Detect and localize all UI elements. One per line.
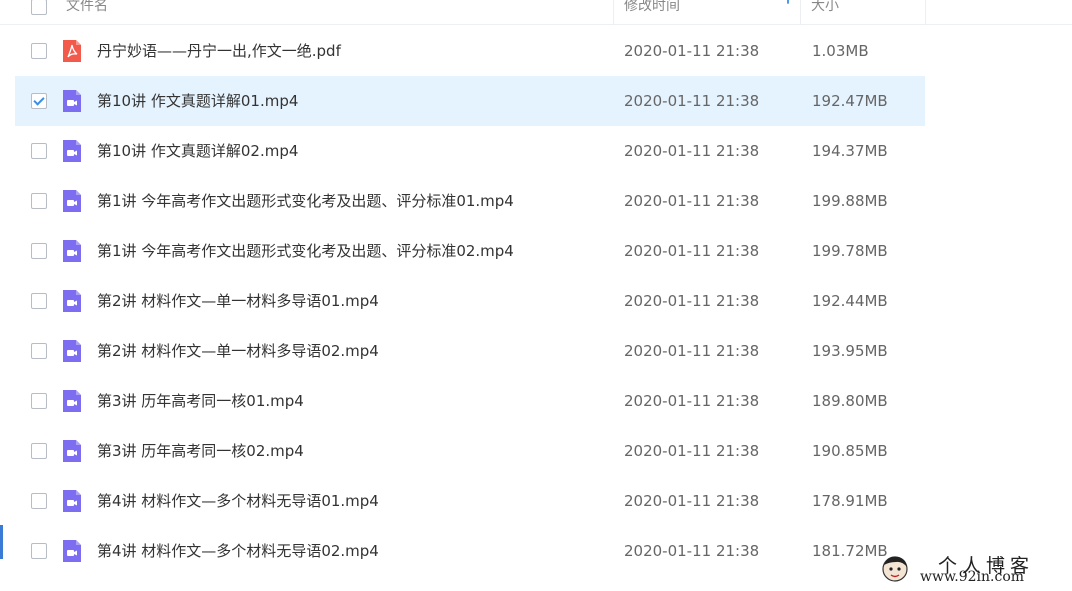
file-name-link[interactable]: 第3讲 历年高考同一核02.mp4 (97, 426, 304, 476)
file-name-link[interactable]: 第10讲 作文真题详解02.mp4 (97, 126, 298, 176)
file-modified-time: 2020-01-11 21:38 (624, 42, 760, 60)
file-row[interactable]: 丹宁妙语——丹宁一出,作文一绝.pdf 2020-01-11 21:38 1.03M… (15, 26, 925, 76)
file-modified-time: 2020-01-11 21:38 (624, 292, 760, 310)
file-modified-time: 2020-01-11 21:38 (624, 442, 760, 460)
row-checkbox[interactable] (31, 143, 47, 159)
file-size: 178.91MB (812, 492, 888, 510)
video-file-icon (61, 439, 83, 463)
file-size: 192.44MB (812, 292, 888, 310)
file-modified-time: 2020-01-11 21:38 (624, 92, 760, 110)
file-row[interactable]: 第2讲 材料作文—单一材料多导语02.mp4 2020-01-11 21:38 19… (15, 326, 925, 376)
file-size: 199.88MB (812, 192, 888, 210)
video-file-icon (61, 339, 83, 363)
video-file-icon (61, 139, 83, 163)
select-all-checkbox[interactable] (31, 0, 47, 15)
file-name-link[interactable]: 第1讲 今年高考作文出题形式变化考及出题、评分标准02.mp4 (97, 226, 514, 276)
file-size: 194.37MB (812, 142, 888, 160)
file-name-link[interactable]: 第10讲 作文真题详解01.mp4 (97, 76, 298, 126)
file-modified-time: 2020-01-11 21:38 (624, 342, 760, 360)
row-checkbox[interactable] (31, 493, 47, 509)
column-divider[interactable] (613, 0, 614, 25)
column-divider[interactable] (800, 0, 801, 25)
file-modified-time: 2020-01-11 21:38 (624, 192, 760, 210)
row-checkbox[interactable] (31, 443, 47, 459)
file-row[interactable]: 第10讲 作文真题详解02.mp4 2020-01-11 21:38 194.37M… (15, 126, 925, 176)
file-name-link[interactable]: 第4讲 材料作文—多个材料无导语02.mp4 (97, 526, 379, 576)
file-row[interactable]: 第3讲 历年高考同一核01.mp4 2020-01-11 21:38 189.80M… (15, 376, 925, 426)
row-checkbox[interactable] (31, 343, 47, 359)
file-row[interactable]: 第4讲 材料作文—多个材料无导语02.mp4 2020-01-11 21:38 18… (15, 526, 925, 576)
column-header-modified[interactable]: 修改时间 (624, 0, 680, 25)
row-checkbox[interactable] (31, 43, 47, 59)
row-checkbox[interactable] (31, 393, 47, 409)
file-size: 192.47MB (812, 92, 888, 110)
file-size: 193.95MB (812, 342, 888, 360)
scroll-indicator (0, 525, 3, 559)
file-size: 190.85MB (812, 442, 888, 460)
file-modified-time: 2020-01-11 21:38 (624, 492, 760, 510)
watermark-url: www.92in.com (920, 569, 1025, 585)
video-file-icon (61, 489, 83, 513)
file-name-link[interactable]: 第2讲 材料作文—单一材料多导语02.mp4 (97, 326, 379, 376)
file-row[interactable]: 第1讲 今年高考作文出题形式变化考及出题、评分标准01.mp4 2020-01-1… (15, 176, 925, 226)
column-header-size[interactable]: 大小 (811, 0, 839, 25)
file-row[interactable]: 第4讲 材料作文—多个材料无导语01.mp4 2020-01-11 21:38 17… (15, 476, 925, 526)
video-file-icon (61, 239, 83, 263)
sort-ascending-icon[interactable] (782, 0, 794, 5)
file-row[interactable]: 第1讲 今年高考作文出题形式变化考及出题、评分标准02.mp4 2020-01-1… (15, 226, 925, 276)
file-row[interactable]: 第3讲 历年高考同一核02.mp4 2020-01-11 21:38 190.85M… (15, 426, 925, 476)
row-checkbox[interactable] (31, 543, 47, 559)
file-modified-time: 2020-01-11 21:38 (624, 142, 760, 160)
file-modified-time: 2020-01-11 21:38 (624, 242, 760, 260)
file-size: 189.80MB (812, 392, 888, 410)
video-file-icon (61, 389, 83, 413)
file-modified-time: 2020-01-11 21:38 (624, 392, 760, 410)
column-header-name[interactable]: 文件名 (66, 0, 108, 25)
file-size: 1.03MB (812, 42, 869, 60)
file-name-link[interactable]: 第1讲 今年高考作文出题形式变化考及出题、评分标准01.mp4 (97, 176, 514, 226)
video-file-icon (61, 89, 83, 113)
file-name-link[interactable]: 第3讲 历年高考同一核01.mp4 (97, 376, 304, 426)
file-name-link[interactable]: 第4讲 材料作文—多个材料无导语01.mp4 (97, 476, 379, 526)
file-name-link[interactable]: 丹宁妙语——丹宁一出,作文一绝.pdf (97, 26, 341, 76)
row-checkbox[interactable] (31, 293, 47, 309)
file-name-link[interactable]: 第2讲 材料作文—单一材料多导语01.mp4 (97, 276, 379, 326)
video-file-icon (61, 189, 83, 213)
file-row[interactable]: 第2讲 材料作文—单一材料多导语01.mp4 2020-01-11 21:38 19… (15, 276, 925, 326)
video-file-icon (61, 289, 83, 313)
file-modified-time: 2020-01-11 21:38 (624, 542, 760, 560)
video-file-icon (61, 539, 83, 563)
row-checkbox[interactable] (31, 93, 47, 109)
avatar (882, 556, 908, 582)
watermark: 个人博客 www.92in.com (876, 548, 1072, 591)
file-size: 199.78MB (812, 242, 888, 260)
row-checkbox[interactable] (31, 243, 47, 259)
file-row[interactable]: 第10讲 作文真题详解01.mp4 2020-01-11 21:38 192.47M… (15, 76, 925, 126)
file-list-header: 文件名 修改时间 大小 (0, 0, 1072, 25)
row-checkbox[interactable] (31, 193, 47, 209)
column-divider[interactable] (925, 0, 926, 25)
pdf-file-icon (61, 39, 83, 63)
